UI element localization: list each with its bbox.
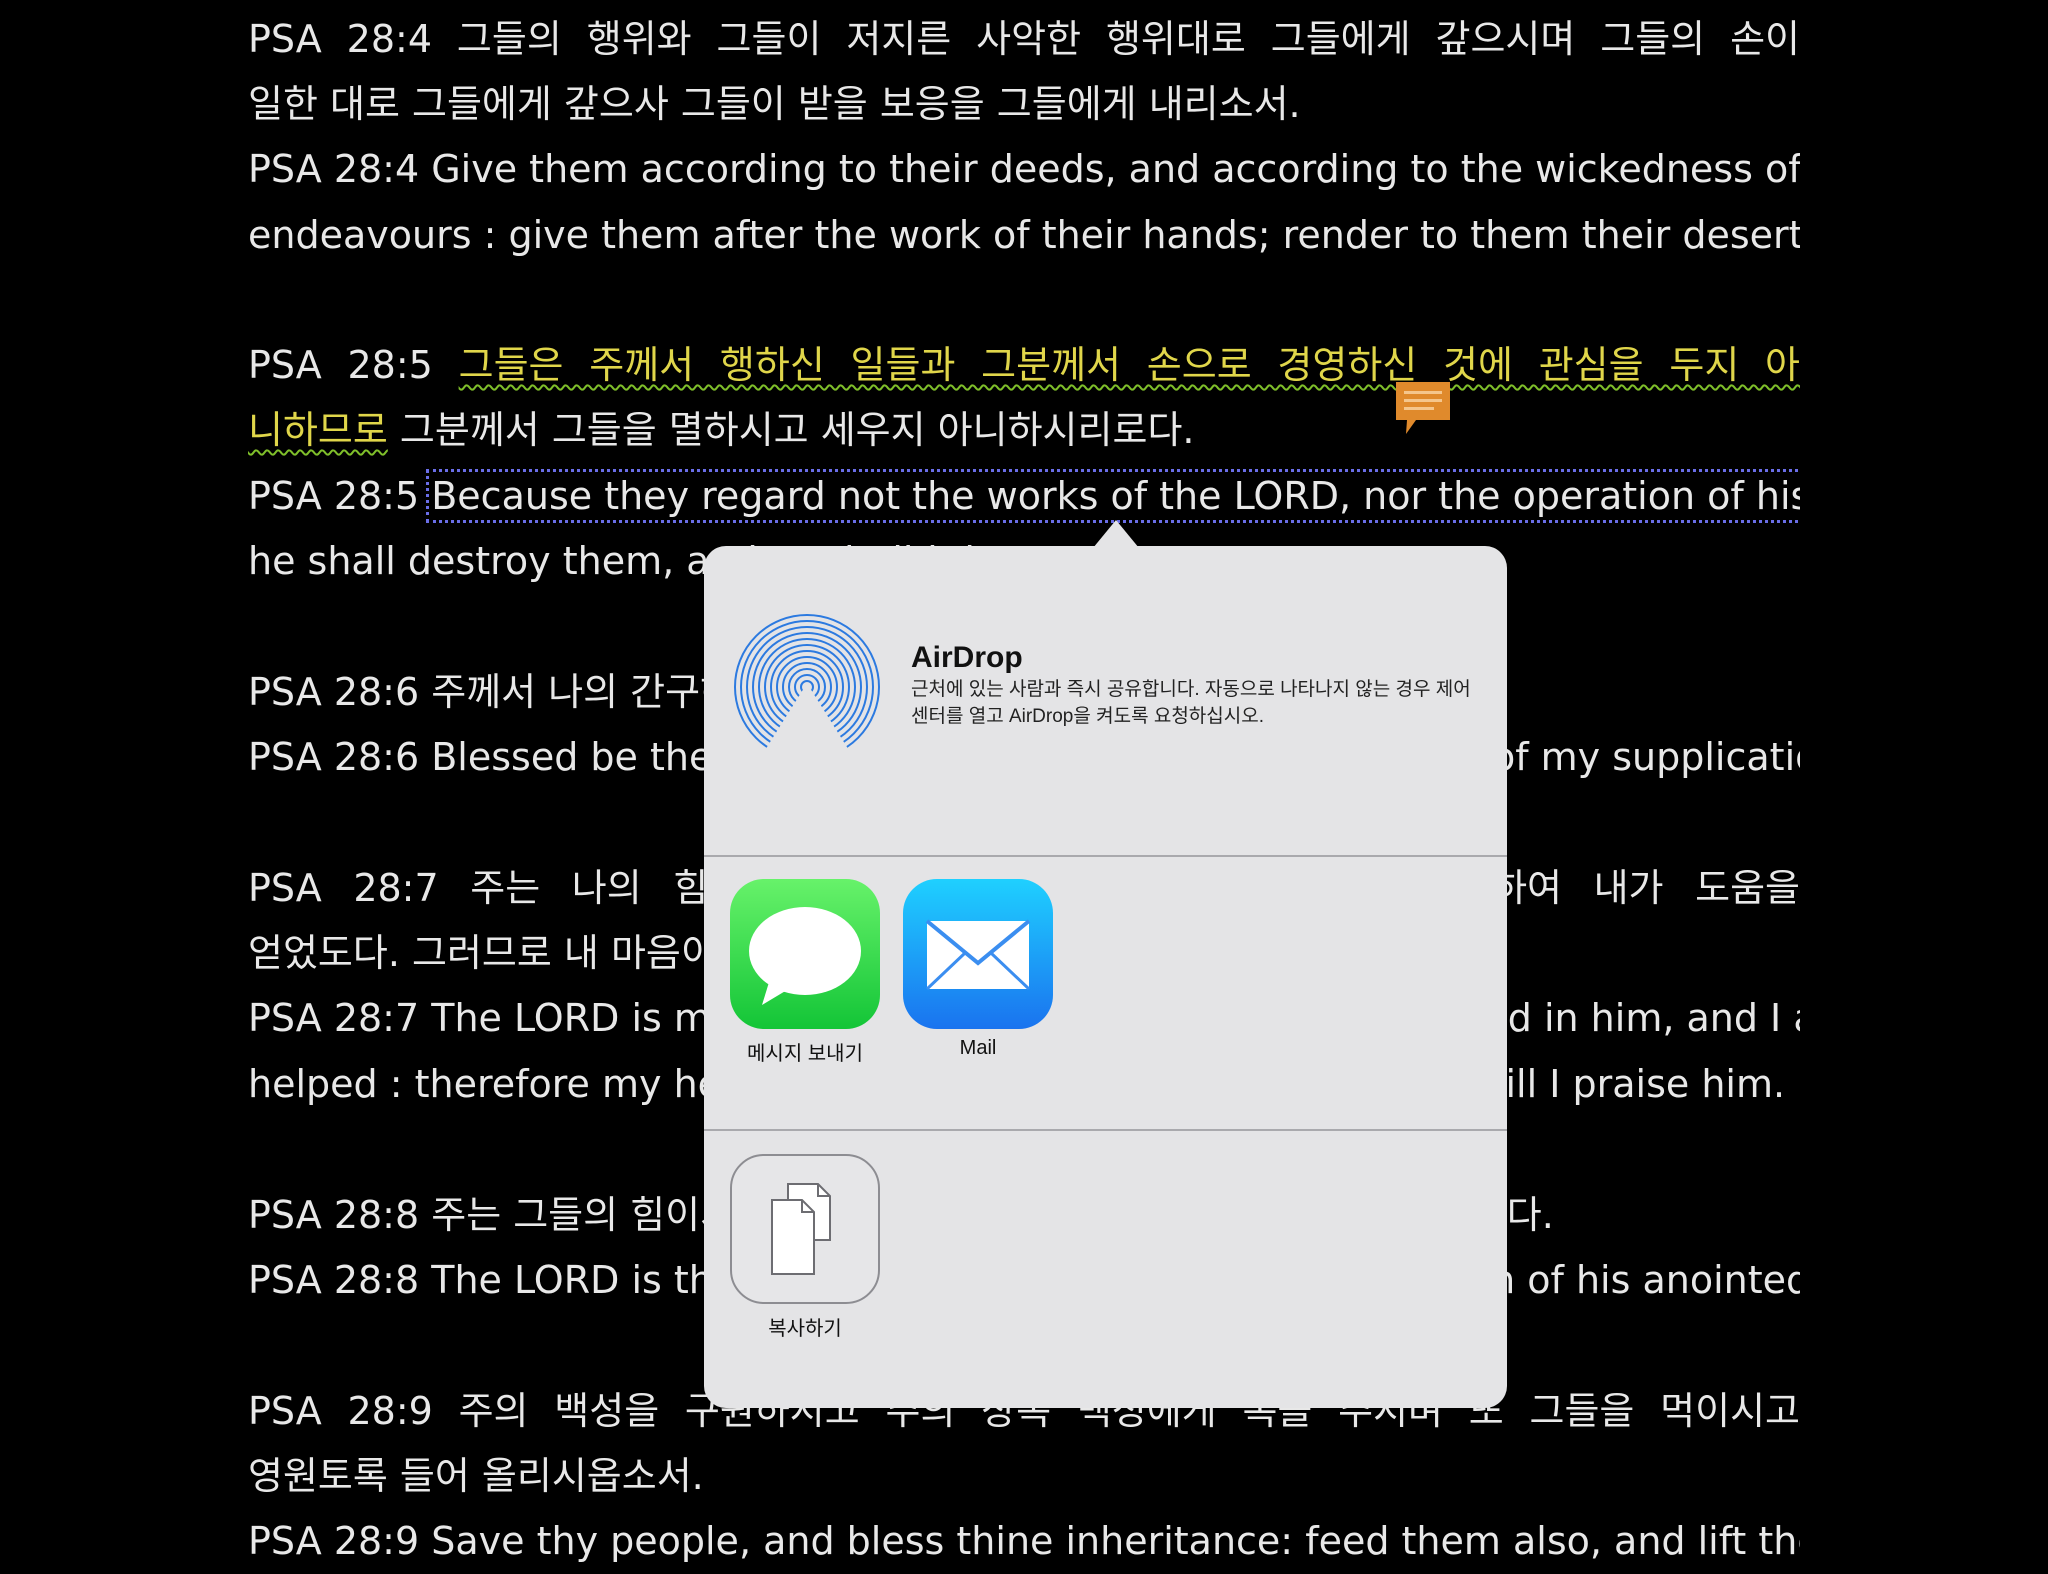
airdrop-icon xyxy=(734,614,880,762)
verse-line: PSA 28:4 그들의 행위와 그들이 저지른 사악한 행위대로 그들에게 갚… xyxy=(248,17,1800,61)
copy-action[interactable]: 복사하기 xyxy=(729,1154,881,1341)
airdrop-section[interactable]: AirDrop 근처에 있는 사람과 즉시 공유합니다. 자동으로 나타나지 않… xyxy=(704,546,1507,856)
airdrop-title: AirDrop xyxy=(911,641,1023,674)
share-sheet: AirDrop 근처에 있는 사람과 즉시 공유합니다. 자동으로 나타나지 않… xyxy=(704,546,1507,1408)
verse-line-selected[interactable]: PSA 28:5 Because they regard not the wor… xyxy=(248,464,1800,529)
verse-line: 일한 대로 그들에게 갚으사 그들이 받을 보응을 그들에게 내리소서. xyxy=(248,82,1301,126)
share-app-mail[interactable]: Mail xyxy=(902,879,1054,1060)
copy-icon xyxy=(730,1154,880,1304)
verse-text: 그분께서 그들을 멸하시고 세우지 아니하시리로다. xyxy=(387,408,1195,452)
app-label: 메시지 보내기 xyxy=(747,1043,863,1065)
popover-arrow xyxy=(1093,520,1139,548)
actions-row: 복사하기 xyxy=(704,1131,1507,1408)
verse-reference: PSA 28:5 xyxy=(248,474,432,518)
verse-line-highlighted[interactable]: PSA 28:5 그들은 주께서 행하신 일들과 그분께서 손으로 경영하신 것… xyxy=(248,333,1800,398)
apps-row: 메시지 보내기 Mail xyxy=(704,857,1507,1129)
mail-icon xyxy=(903,879,1053,1029)
highlighted-text[interactable]: 그들은 주께서 행하신 일들과 그분께서 손으로 경영하신 것에 관심을 두지 … xyxy=(459,343,1800,387)
selected-text[interactable]: Because they regard not the works of the… xyxy=(426,469,1800,523)
verse-reference: PSA 28:5 xyxy=(248,343,459,387)
verse-line: PSA 28:4 Give them according to their de… xyxy=(248,147,1800,191)
highlighted-text[interactable]: 니하므로 xyxy=(248,408,388,452)
verse-line-highlighted[interactable]: 니하므로 그분께서 그들을 멸하시고 세우지 아니하시리로다. xyxy=(248,398,1800,463)
action-label: 복사하기 xyxy=(768,1318,842,1340)
verse-line: endeavours : give them after the work of… xyxy=(248,213,1800,257)
messages-icon xyxy=(730,879,880,1029)
verse-line: 영원토록 들어 올리시옵소서. xyxy=(248,1454,704,1498)
airdrop-description: 근처에 있는 사람과 즉시 공유합니다. 자동으로 나타나지 않는 경우 제어 … xyxy=(911,679,1471,727)
verse-line: PSA 28:9 Save thy people, and bless thin… xyxy=(248,1519,1800,1563)
share-app-messages[interactable]: 메시지 보내기 xyxy=(729,879,881,1066)
app-label: Mail xyxy=(959,1037,997,1059)
note-icon[interactable] xyxy=(1394,380,1452,436)
